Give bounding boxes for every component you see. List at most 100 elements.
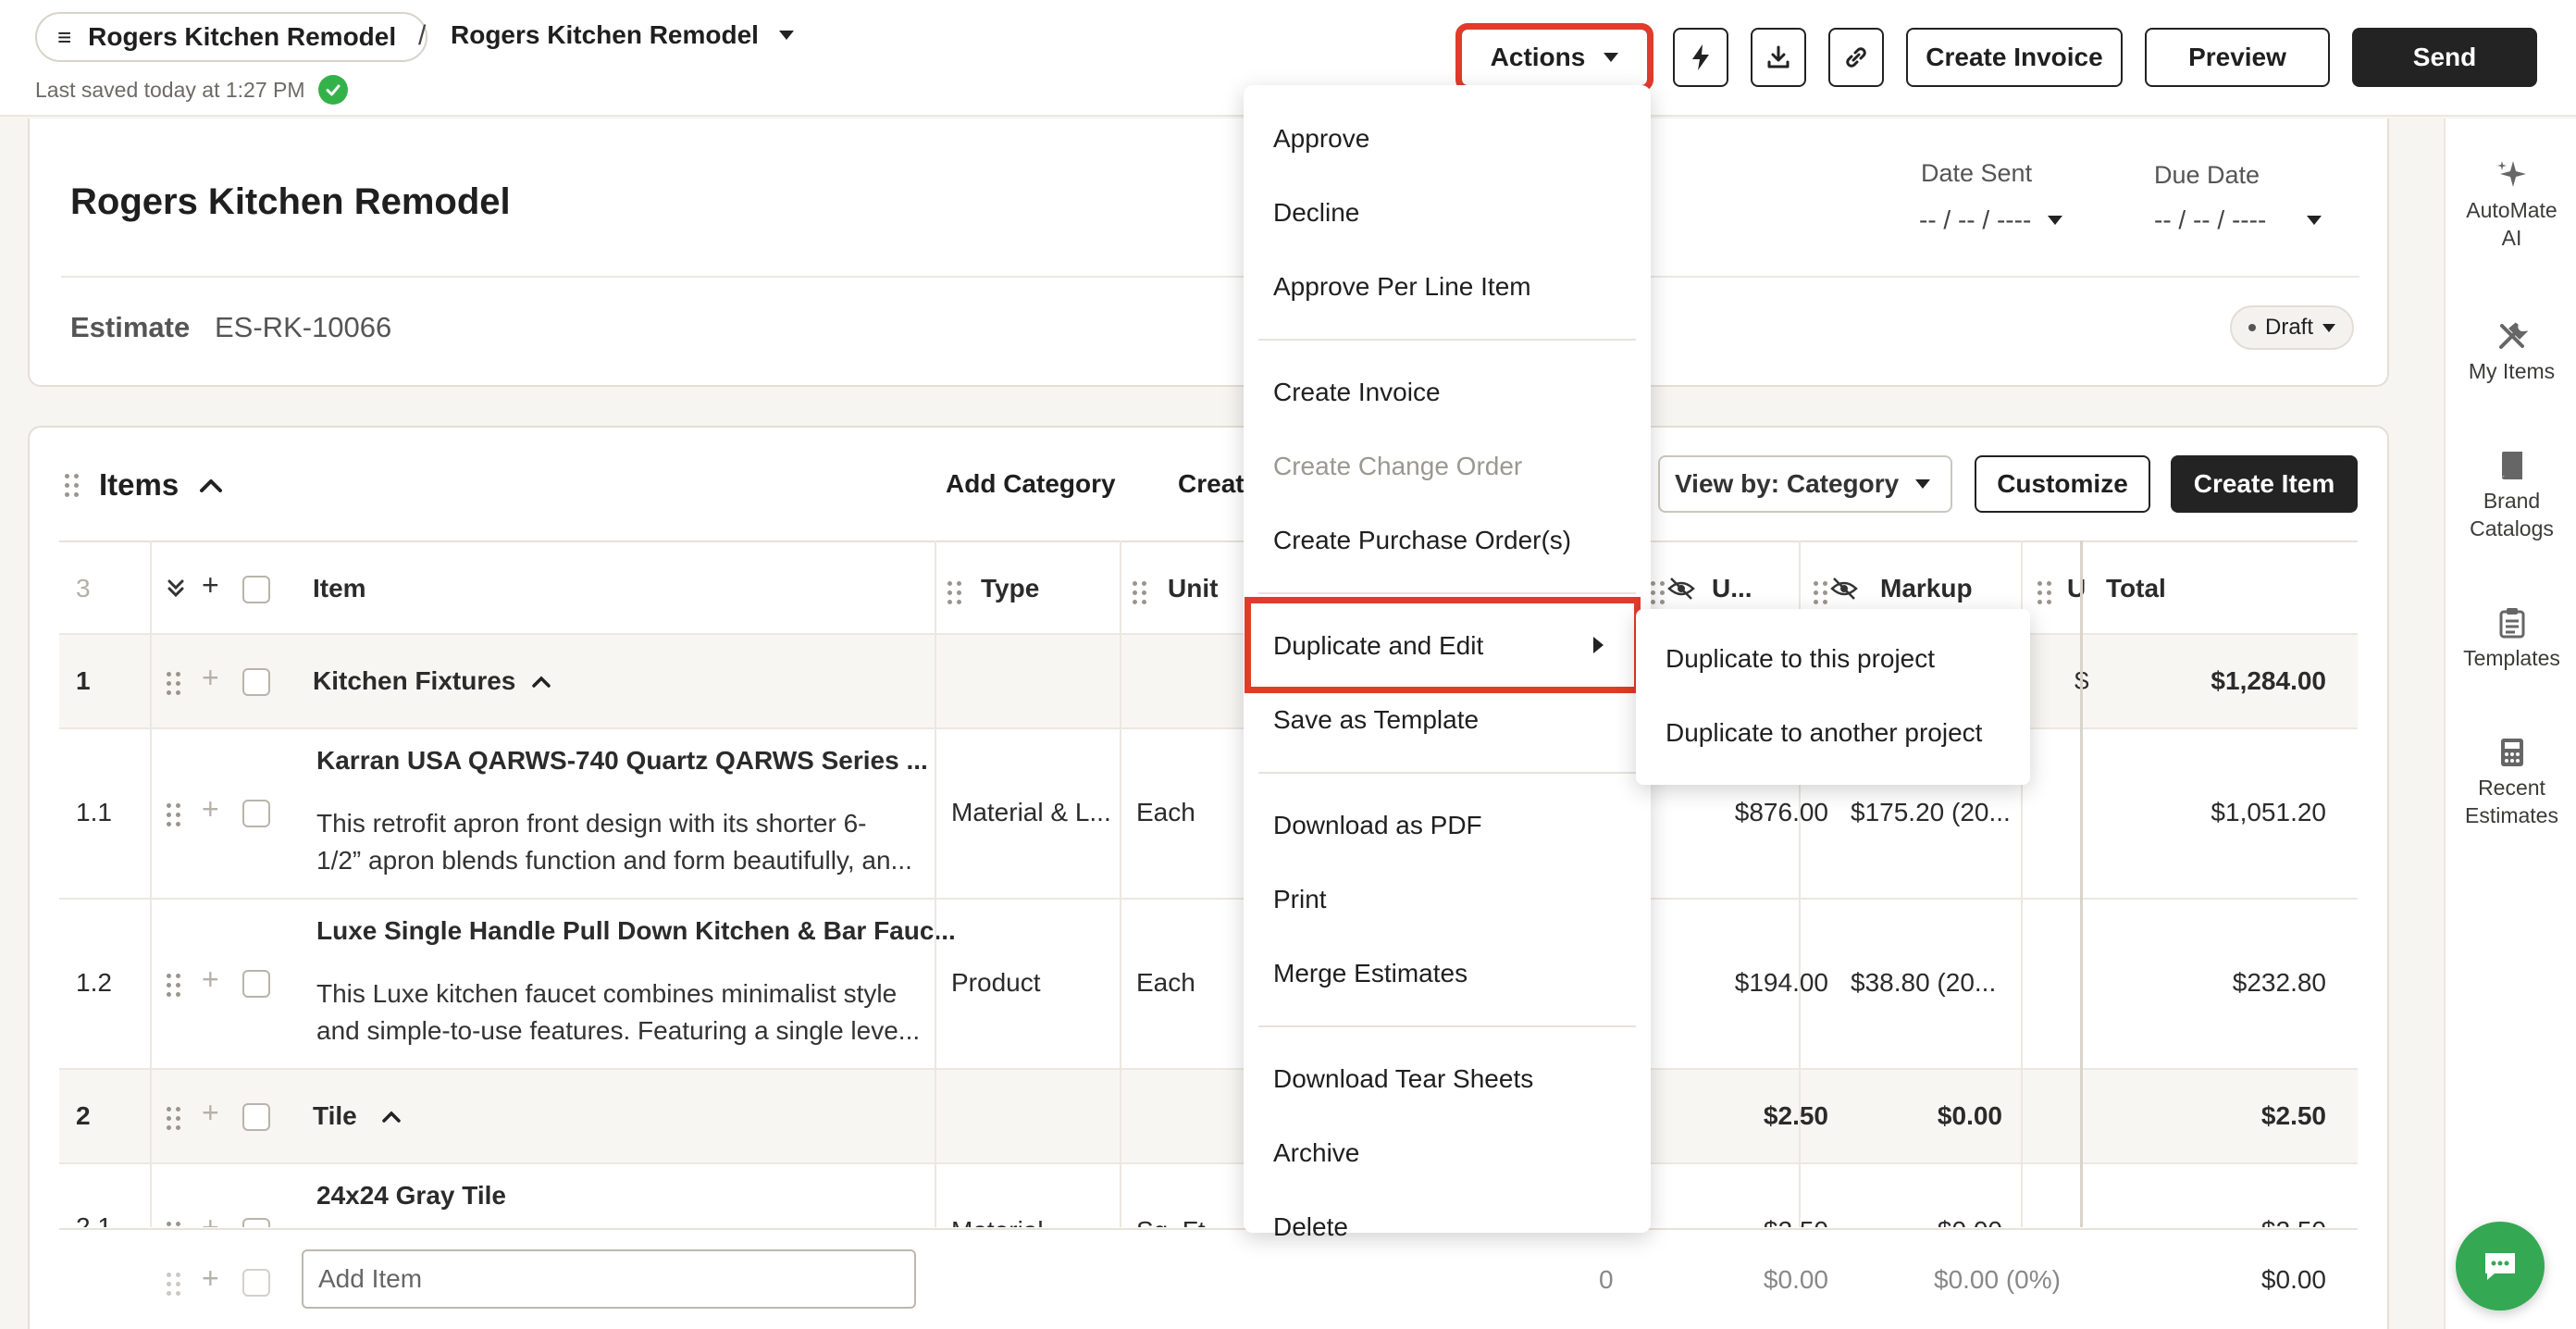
table-row[interactable]: 2.1 + 24x24 Gray Tile Material Sq. Ft. $… <box>59 1164 2358 1227</box>
category-name[interactable]: Kitchen Fixtures <box>313 666 515 696</box>
header-unit-cost[interactable]: U... <box>1712 574 1752 603</box>
view-by-dropdown[interactable]: View by: Category <box>1658 455 1952 513</box>
estimate-number-value[interactable]: ES-RK-10066 <box>215 311 391 344</box>
menu-item-approve[interactable]: Approve <box>1273 124 1369 154</box>
add-row-icon[interactable]: + <box>202 568 219 602</box>
drag-handle-icon[interactable] <box>2037 581 2051 604</box>
menu-item-merge-estimates[interactable]: Merge Estimates <box>1273 959 1468 988</box>
add-row-icon[interactable]: + <box>202 792 219 826</box>
rail-item-templates[interactable]: Templates <box>2446 607 2576 672</box>
create-invoice-button[interactable]: Create Invoice <box>1906 28 2123 87</box>
menu-item-approve-per-line-item[interactable]: Approve Per Line Item <box>1273 272 1531 302</box>
markup-cell[interactable]: $0.00 (0%) <box>1934 1265 2061 1295</box>
drag-handle-icon[interactable] <box>167 1222 180 1227</box>
unit-cell[interactable]: Each <box>1136 968 1195 998</box>
project-menu-pill[interactable]: ≡ Rogers Kitchen Remodel <box>35 12 428 62</box>
estimate-title[interactable]: Rogers Kitchen Remodel <box>70 181 511 223</box>
item-name[interactable]: Karran USA QARWS-740 Quartz QARWS Series… <box>316 746 928 776</box>
row-checkbox[interactable] <box>242 800 270 827</box>
drag-handle-icon[interactable] <box>167 974 180 997</box>
unit-cost-cell[interactable]: $2.50 <box>1688 1216 1828 1227</box>
actions-button[interactable]: Actions <box>1455 23 1653 92</box>
automation-button[interactable] <box>1673 28 1728 87</box>
menu-item-create-purchase-orders[interactable]: Create Purchase Order(s) <box>1273 526 1571 555</box>
expand-all-icon[interactable] <box>167 578 185 600</box>
quantity-cell[interactable]: 0 <box>1599 1265 1614 1295</box>
chat-button[interactable] <box>2456 1222 2545 1310</box>
add-category-button[interactable]: Add Category <box>946 469 1116 499</box>
submenu-item-duplicate-another-project[interactable]: Duplicate to another project <box>1666 718 1982 748</box>
copy-link-button[interactable] <box>1828 28 1884 87</box>
table-row[interactable]: 1.2 + Luxe Single Handle Pull Down Kitch… <box>59 900 2358 1070</box>
unit-cost-cell[interactable]: $0.00 <box>1688 1265 1828 1295</box>
menu-item-create-invoice[interactable]: Create Invoice <box>1273 378 1441 407</box>
menu-item-archive[interactable]: Archive <box>1273 1138 1359 1168</box>
item-name[interactable]: 24x24 Gray Tile <box>316 1181 506 1211</box>
menu-item-delete[interactable]: Delete <box>1273 1212 1348 1242</box>
drag-handle-icon[interactable] <box>65 473 79 497</box>
type-cell[interactable]: Material & L... <box>951 798 1111 827</box>
menu-item-download-as-pdf[interactable]: Download as PDF <box>1273 811 1482 840</box>
customize-button[interactable]: Customize <box>1975 455 2150 513</box>
header-unit[interactable]: Unit <box>1168 574 1218 603</box>
type-cell[interactable]: Material <box>951 1216 1044 1227</box>
project-dropdown[interactable]: Rogers Kitchen Remodel <box>451 20 794 50</box>
drag-handle-icon[interactable] <box>1133 581 1146 604</box>
header-item[interactable]: Item <box>313 574 366 603</box>
create-item-button[interactable]: Create Item <box>2171 455 2358 513</box>
add-row-icon[interactable]: + <box>202 1211 219 1227</box>
drag-handle-icon[interactable] <box>1651 581 1665 604</box>
markup-cell[interactable]: $175.20 (20... <box>1851 798 2011 827</box>
markup-cell[interactable]: $0.00 <box>1873 1216 2002 1227</box>
add-item-input[interactable]: Add Item <box>302 1249 916 1309</box>
status-dropdown[interactable]: Draft <box>2230 305 2355 350</box>
type-cell[interactable]: Product <box>951 968 1041 998</box>
menu-item-decline[interactable]: Decline <box>1273 198 1359 228</box>
unit-cell[interactable]: Each <box>1136 798 1195 827</box>
rail-item-automate-ai[interactable]: AutoMate AI <box>2446 159 2576 252</box>
drag-handle-icon[interactable] <box>167 803 180 826</box>
header-type[interactable]: Type <box>981 574 1039 603</box>
chevron-up-icon[interactable] <box>199 477 223 493</box>
due-date-picker[interactable]: -- / -- / ---- <box>2154 205 2322 235</box>
chevron-up-icon[interactable] <box>381 1109 402 1124</box>
drag-handle-icon[interactable] <box>167 672 180 695</box>
rail-item-brand-catalogs[interactable]: Brand Catalogs <box>2446 450 2576 542</box>
category-name[interactable]: Tile <box>313 1101 357 1131</box>
date-sent-picker[interactable]: -- / -- / ---- <box>1919 205 2063 235</box>
row-checkbox[interactable] <box>242 668 270 696</box>
total-cell: $232.80 <box>2232 968 2326 997</box>
header-markup[interactable]: Markup <box>1880 574 1973 603</box>
add-row-icon[interactable]: + <box>202 963 219 997</box>
drag-handle-icon[interactable] <box>1814 581 1827 604</box>
unit-cell[interactable]: Sq. Ft. <box>1136 1216 1212 1227</box>
unit-cost-cell[interactable]: $876.00 <box>1688 798 1828 827</box>
add-row-icon[interactable]: + <box>202 661 219 695</box>
eye-off-icon[interactable] <box>1667 576 1695 602</box>
item-name[interactable]: Luxe Single Handle Pull Down Kitchen & B… <box>316 916 956 946</box>
header-unit-price[interactable]: U <box>2067 574 2086 603</box>
row-checkbox[interactable] <box>242 970 270 998</box>
menu-item-print[interactable]: Print <box>1273 885 1327 914</box>
rail-item-my-items[interactable]: My Items <box>2446 320 2576 385</box>
drag-handle-icon[interactable] <box>947 581 961 604</box>
menu-item-download-tear-sheets[interactable]: Download Tear Sheets <box>1273 1064 1533 1094</box>
preview-button[interactable]: Preview <box>2145 28 2330 87</box>
table-row[interactable]: 2 + Tile $2.50 $0.00 $2.50 <box>59 1070 2358 1164</box>
markup-cell[interactable]: $38.80 (20... <box>1851 968 1996 998</box>
create-menu-button[interactable]: Creat <box>1178 469 1245 499</box>
download-button[interactable] <box>1751 28 1806 87</box>
send-button[interactable]: Send <box>2352 28 2537 87</box>
row-checkbox[interactable] <box>242 1103 270 1131</box>
add-row-icon[interactable]: + <box>202 1096 219 1130</box>
eye-off-icon[interactable] <box>1830 576 1858 602</box>
menu-item-save-as-template[interactable]: Save as Template <box>1273 705 1479 735</box>
drag-handle-icon[interactable] <box>167 1107 180 1130</box>
submenu-item-duplicate-this-project[interactable]: Duplicate to this project <box>1666 644 1935 674</box>
rail-item-recent-estimates[interactable]: Recent Estimates <box>2446 737 2576 829</box>
header-total[interactable]: Total <box>2106 574 2166 603</box>
unit-cost-cell[interactable]: $194.00 <box>1688 968 1828 998</box>
chevron-up-icon[interactable] <box>531 674 551 689</box>
row-checkbox[interactable] <box>242 1218 270 1227</box>
select-all-checkbox[interactable] <box>242 576 270 603</box>
